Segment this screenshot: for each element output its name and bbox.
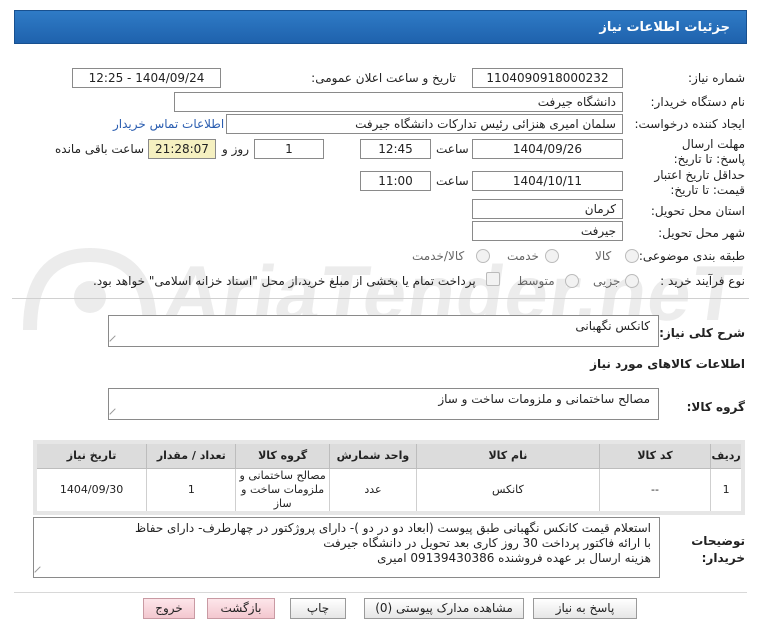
deadline-label: مهلت ارسال پاسخ: تا تاریخ: <box>673 137 745 166</box>
cell-group: مصالح ساختمانی و ملزومات ساخت و ساز <box>235 467 330 513</box>
col-unit: واحد شمارش <box>328 441 418 469</box>
cell-date: 1404/09/30 <box>34 467 148 513</box>
buyer-notes-label: توضیحات خریدار: <box>691 534 745 565</box>
exit-button[interactable]: خروج <box>143 598 195 619</box>
process-option-medium: متوسط <box>517 274 555 288</box>
validity-time-label: ساعت <box>436 174 469 188</box>
province-value: کرمان <box>472 199 623 219</box>
col-group: گروه کالا <box>235 441 330 469</box>
deadline-date: 1404/09/26 <box>472 139 623 159</box>
category-radio-service[interactable] <box>545 249 559 263</box>
buyer-org-label: نام دستگاه خریدار: <box>650 95 746 109</box>
requester-label: ایجاد کننده درخواست: <box>634 117 745 131</box>
deadline-days: 1 <box>254 139 324 159</box>
print-button[interactable]: چاپ <box>290 598 346 619</box>
province-label: استان محل تحویل: <box>650 204 745 218</box>
category-radio-goods[interactable] <box>625 249 639 263</box>
process-radio-minor[interactable] <box>625 274 639 288</box>
remaining-time-label: ساعت باقی مانده <box>55 142 145 156</box>
announce-label: تاریخ و ساعت اعلان عمومی: <box>311 71 456 85</box>
remaining-time: 21:28:07 <box>148 139 216 159</box>
buyer-notes-textarea: استعلام قیمت کانکس نگهبانی طبق پیوست (اب… <box>33 517 660 578</box>
buyer-notes-line: هزینه ارسال بر عهده فروشنده 09139430386 … <box>377 551 651 565</box>
need-number-label: شماره نیاز: <box>688 71 745 85</box>
validity-date: 1404/10/11 <box>472 171 623 191</box>
category-option-goods-service: کالا/خدمت <box>412 249 465 263</box>
col-qty: تعداد / مقدار <box>146 441 237 469</box>
resize-grip-icon <box>109 335 121 346</box>
resize-grip-icon <box>109 408 121 419</box>
buyer-notes-line: با ارائه فاکتور پرداخت 30 روز کاری بعد ت… <box>323 536 651 550</box>
col-row: ردیف <box>710 441 744 469</box>
table-row: 1 -- کانکس عدد مصالح ساختمانی و ملزومات … <box>34 467 744 513</box>
process-option-minor: جزیی <box>593 274 621 288</box>
goods-group-label: گروه کالا: <box>686 400 745 414</box>
page-title: جزئیات اطلاعات نیاز <box>14 10 747 44</box>
reply-button[interactable]: پاسخ به نیاز <box>533 598 637 619</box>
buyer-notes-line: استعلام قیمت کانکس نگهبانی طبق پیوست (اب… <box>135 521 651 535</box>
cell-row: 1 <box>710 467 744 513</box>
cell-unit: عدد <box>328 467 418 513</box>
category-option-service: خدمت <box>507 249 539 263</box>
summary-textarea: کانکس نگهبانی <box>108 315 659 347</box>
need-number-value: 1104090918000232 <box>472 68 623 88</box>
process-radio-medium[interactable] <box>565 274 579 288</box>
category-radio-goods-service[interactable] <box>476 249 490 263</box>
cell-name: کانکس <box>416 467 600 513</box>
col-name: نام کالا <box>416 441 600 469</box>
treasury-checkbox[interactable] <box>486 272 500 286</box>
validity-label: حداقل تاریخ اعتبار قیمت: تا تاریخ: <box>654 168 745 197</box>
buyer-contact-link[interactable]: اطلاعات تماس خریدار <box>113 117 224 131</box>
deadline-time-label: ساعت <box>436 142 469 156</box>
treasury-checkbox-text: پرداخت تمام یا بخشی از مبلغ خرید،از محل … <box>93 274 476 288</box>
summary-value: کانکس نگهبانی <box>575 319 650 333</box>
col-date: تاریخ نیاز <box>34 441 148 469</box>
cell-code: -- <box>598 467 712 513</box>
city-value: جیرفت <box>472 221 623 241</box>
section-divider <box>12 298 749 299</box>
items-table: ردیف کد کالا نام کالا واحد شمارش گروه کا… <box>33 440 745 515</box>
items-table-header: ردیف کد کالا نام کالا واحد شمارش گروه کا… <box>34 441 744 469</box>
goods-group-value: مصالح ساختمانی و ملزومات ساخت و ساز <box>438 392 650 406</box>
resize-grip-icon <box>34 566 46 577</box>
goods-group-textarea: مصالح ساختمانی و ملزومات ساخت و ساز <box>108 388 659 420</box>
summary-label: شرح کلی نیاز: <box>659 326 745 340</box>
category-option-goods: کالا <box>595 249 612 263</box>
attachments-button[interactable]: مشاهده مدارک پیوستی (0) <box>364 598 524 619</box>
requester-value: سلمان امیری هنزائی رئیس تدارکات دانشگاه … <box>226 114 623 134</box>
city-label: شهر محل تحویل: <box>658 226 745 240</box>
back-button[interactable]: بازگشت <box>207 598 275 619</box>
validity-time: 11:00 <box>360 171 431 191</box>
col-code: کد کالا <box>598 441 712 469</box>
category-label: طبقه بندی موضوعی: <box>638 249 745 263</box>
process-label: نوع فرآیند خرید : <box>660 274 745 288</box>
deadline-days-label: روز و <box>222 142 249 156</box>
deadline-time: 12:45 <box>360 139 431 159</box>
cell-qty: 1 <box>146 467 237 513</box>
goods-section-title: اطلاعات کالاهای مورد نیاز <box>590 357 745 371</box>
announce-value: 1404/09/24 - 12:25 <box>72 68 221 88</box>
need-details-page: جزئیات اطلاعات نیاز AriaTender.neT شماره… <box>0 0 761 635</box>
buyer-org-value: دانشگاه جیرفت <box>174 92 623 112</box>
